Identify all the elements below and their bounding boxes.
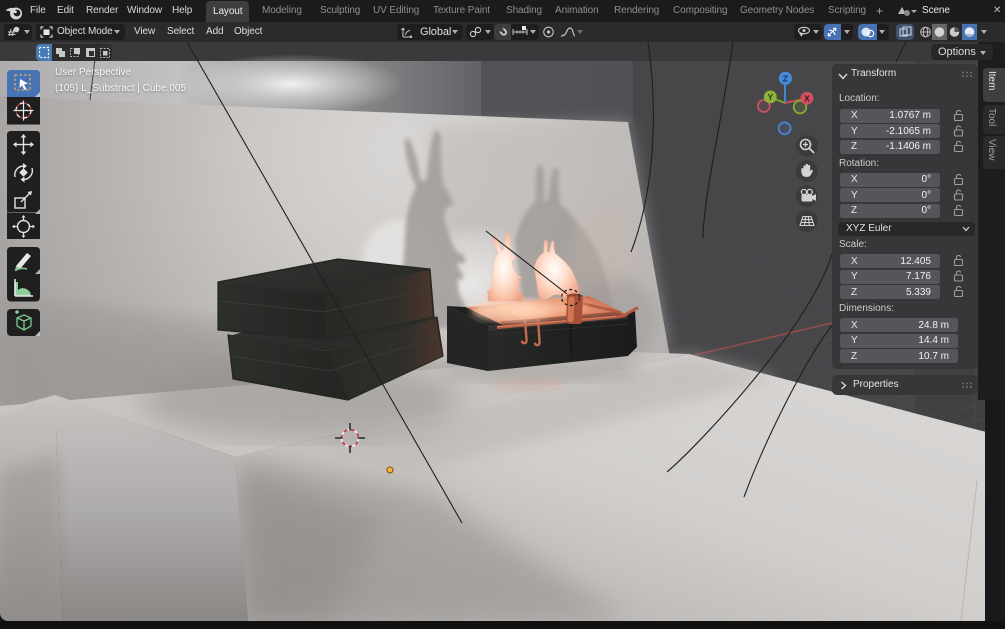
svg-text:Y: Y xyxy=(767,92,773,102)
svg-text:X: X xyxy=(804,93,810,103)
svg-text:Z: Z xyxy=(783,74,788,84)
